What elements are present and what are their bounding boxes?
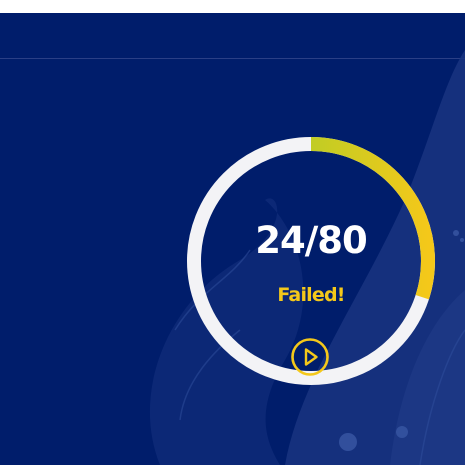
play-button[interactable] xyxy=(290,337,330,377)
score-text: 24/80 xyxy=(255,219,368,262)
play-circle-icon xyxy=(291,338,329,376)
result-status: Failed! xyxy=(277,284,345,306)
